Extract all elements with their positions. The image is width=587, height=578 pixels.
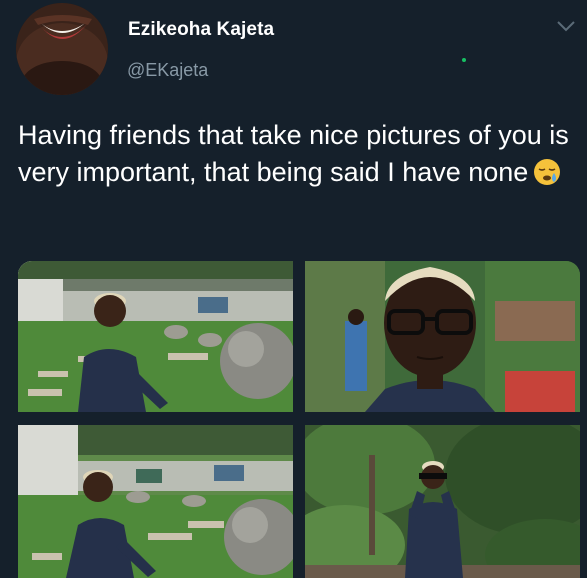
photo-4[interactable] [305,425,580,578]
author-name[interactable]: Ezikeoha Kajeta [128,19,274,41]
tweet-text-content: Having friends that take nice pictures o… [18,120,569,187]
avatar[interactable] [16,3,108,95]
sleepy-face-icon [532,157,562,187]
photo-1[interactable] [18,261,293,412]
photo-2[interactable] [305,261,580,412]
photo-3[interactable]: e [18,425,293,578]
tweet-text: Having friends that take nice pictures o… [18,117,574,191]
status-dot [462,58,466,62]
tweet-card[interactable]: Ezikeoha Kajeta @EKajeta Having friends … [0,0,587,578]
author-handle[interactable]: @EKajeta [127,60,208,81]
chevron-down-icon[interactable] [555,18,577,34]
